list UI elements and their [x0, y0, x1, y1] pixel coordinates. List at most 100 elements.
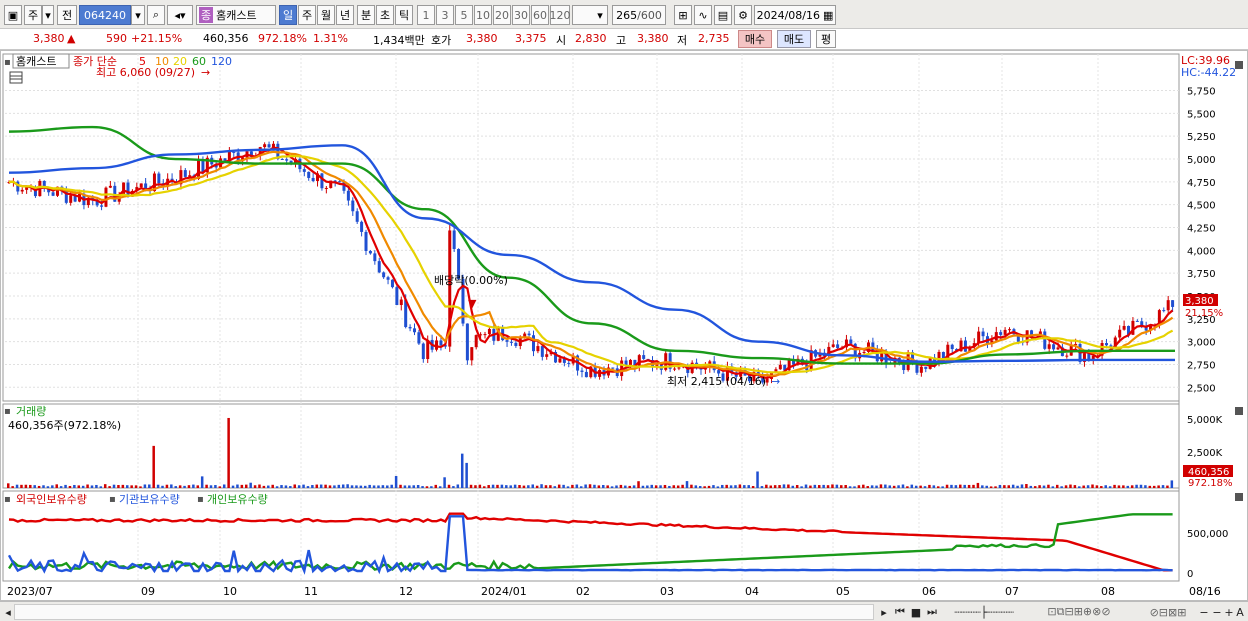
- candle-body: [285, 159, 289, 161]
- volume-bar: [747, 485, 750, 488]
- volume-bar: [1047, 484, 1050, 488]
- volume-bar: [183, 485, 186, 488]
- volume-bar: [535, 485, 539, 488]
- last-page-icon[interactable]: ⏭: [925, 604, 939, 620]
- period-type-select[interactable]: 주: [24, 5, 42, 25]
- chart-area[interactable]: 5,750 5,500 5,250 5,000 4,750 4,500 4,250 4,000…: [0, 50, 1248, 601]
- volume-bar: [399, 484, 402, 488]
- interval-1[interactable]: 1: [417, 5, 435, 25]
- volume-panel-close-icon[interactable]: [1235, 407, 1243, 415]
- save-icon[interactable]: ▤: [714, 5, 732, 25]
- holding-panel-close-icon[interactable]: [1235, 493, 1243, 501]
- chevron-down-icon[interactable]: ▾: [42, 5, 54, 25]
- price-panel-close-icon[interactable]: [1235, 61, 1243, 69]
- volume-bar: [59, 486, 63, 488]
- chart-tools-icon[interactable]: ⊘⊟⊠⊞: [1138, 604, 1198, 620]
- volume-bar: [831, 484, 834, 488]
- stock-name-field[interactable]: 종 홈캐스트: [196, 5, 276, 25]
- zoom-slider[interactable]: ┈┈┈┈├┈┈┈┈: [948, 604, 1020, 620]
- table-toggle-icon[interactable]: [9, 71, 23, 84]
- volume-bar: [795, 485, 799, 488]
- legend-bullet: ▪: [4, 57, 11, 68]
- volume-bar: [258, 484, 261, 488]
- chart-toolbar: ▣ 주 ▾ 전 064240 ▾ ⌕ ◂▾ 종 홈캐스트 일 주 월 년 분 초…: [0, 0, 1248, 29]
- volume-bar: [271, 484, 274, 488]
- speaker-icon[interactable]: ◂▾: [167, 5, 193, 25]
- first-page-icon[interactable]: ⏮: [893, 604, 907, 620]
- tab-year[interactable]: 년: [336, 5, 354, 25]
- tab-month[interactable]: 월: [317, 5, 335, 25]
- volume-bar: [447, 484, 451, 488]
- candle-body: [1171, 300, 1175, 307]
- volume-bar: [443, 477, 446, 488]
- window-icon[interactable]: ▣: [4, 5, 22, 25]
- candle-body: [157, 173, 161, 184]
- volume-bar: [826, 485, 830, 488]
- buy-button[interactable]: 매수: [738, 30, 772, 48]
- avg-button[interactable]: 평: [816, 30, 836, 48]
- interval-20[interactable]: 20: [493, 5, 511, 25]
- volume-bar: [381, 485, 385, 488]
- volume-bar: [350, 485, 354, 488]
- volume-tick-2500k: 2,500K: [1187, 448, 1223, 459]
- low-arrow-icon: →: [771, 375, 780, 388]
- volume-bar: [1139, 484, 1143, 488]
- volume-bar: [936, 486, 940, 488]
- gear-icon[interactable]: ⚙: [734, 5, 752, 25]
- interval-30[interactable]: 30: [512, 5, 530, 25]
- sell-button[interactable]: 매도: [777, 30, 811, 48]
- zoom-reset-icon[interactable]: −: [1211, 604, 1223, 620]
- interval-120[interactable]: 120: [550, 5, 571, 25]
- candle-body: [412, 328, 416, 333]
- chart-svg[interactable]: 5,750 5,500 5,250 5,000 4,750 4,500 4,250 4,000…: [1, 51, 1247, 600]
- date-field[interactable]: 2024/08/16 ▦: [754, 5, 836, 25]
- candle-body: [849, 339, 853, 344]
- prev-button[interactable]: 전: [57, 5, 77, 25]
- tab-tick[interactable]: 틱: [395, 5, 413, 25]
- interval-60[interactable]: 60: [531, 5, 549, 25]
- x-tick-label: 09: [141, 585, 155, 598]
- code-dropdown-icon[interactable]: ▾: [131, 5, 145, 25]
- candle-body: [382, 272, 386, 278]
- calendar-icon[interactable]: ▦: [823, 9, 833, 22]
- scroll-track[interactable]: [14, 604, 874, 620]
- candle-body: [360, 221, 364, 232]
- volume-bar: [37, 485, 41, 488]
- custom-interval-select[interactable]: ▾: [572, 5, 608, 25]
- candle-body: [1056, 347, 1060, 350]
- volume-bar: [963, 484, 966, 488]
- volume-bar: [694, 485, 698, 488]
- volume-bar: [1007, 485, 1011, 488]
- candle-body: [981, 331, 985, 337]
- stop-icon[interactable]: ■: [909, 604, 923, 620]
- drawing-tools-icon[interactable]: ⊡⧉⊟⊞⊕⊗⊘: [1024, 604, 1134, 620]
- crosshair-icon[interactable]: ⊞: [674, 5, 692, 25]
- volume-bar: [86, 484, 89, 488]
- volume-bar: [743, 485, 746, 488]
- font-size-icon[interactable]: A: [1234, 604, 1246, 620]
- price-tag-text: 3,380: [1185, 296, 1214, 307]
- volume-bar: [20, 484, 23, 488]
- price-change: 590: [106, 32, 127, 45]
- tab-day[interactable]: 일: [279, 5, 297, 25]
- tab-minute[interactable]: 분: [357, 5, 375, 25]
- volume-bar: [932, 485, 936, 488]
- scroll-right-icon[interactable]: ▸: [878, 604, 890, 620]
- scroll-left-icon[interactable]: ◂: [2, 604, 14, 620]
- volume-bar: [408, 485, 411, 488]
- search-icon[interactable]: ⌕: [147, 5, 165, 25]
- code-input[interactable]: 064240: [79, 5, 131, 25]
- interval-3[interactable]: 3: [436, 5, 454, 25]
- tab-second[interactable]: 초: [376, 5, 394, 25]
- count-field[interactable]: 265/600: [612, 5, 666, 25]
- volume-bar: [1042, 485, 1046, 488]
- tab-week[interactable]: 주: [298, 5, 316, 25]
- indicator-icon[interactable]: ∿: [694, 5, 712, 25]
- volume-bar: [562, 484, 565, 488]
- zoom-out-icon[interactable]: −: [1198, 604, 1210, 620]
- interval-10[interactable]: 10: [474, 5, 492, 25]
- interval-5[interactable]: 5: [455, 5, 473, 25]
- volume-bar: [866, 486, 869, 488]
- volume-bar: [681, 484, 684, 488]
- volume-bar: [430, 486, 433, 488]
